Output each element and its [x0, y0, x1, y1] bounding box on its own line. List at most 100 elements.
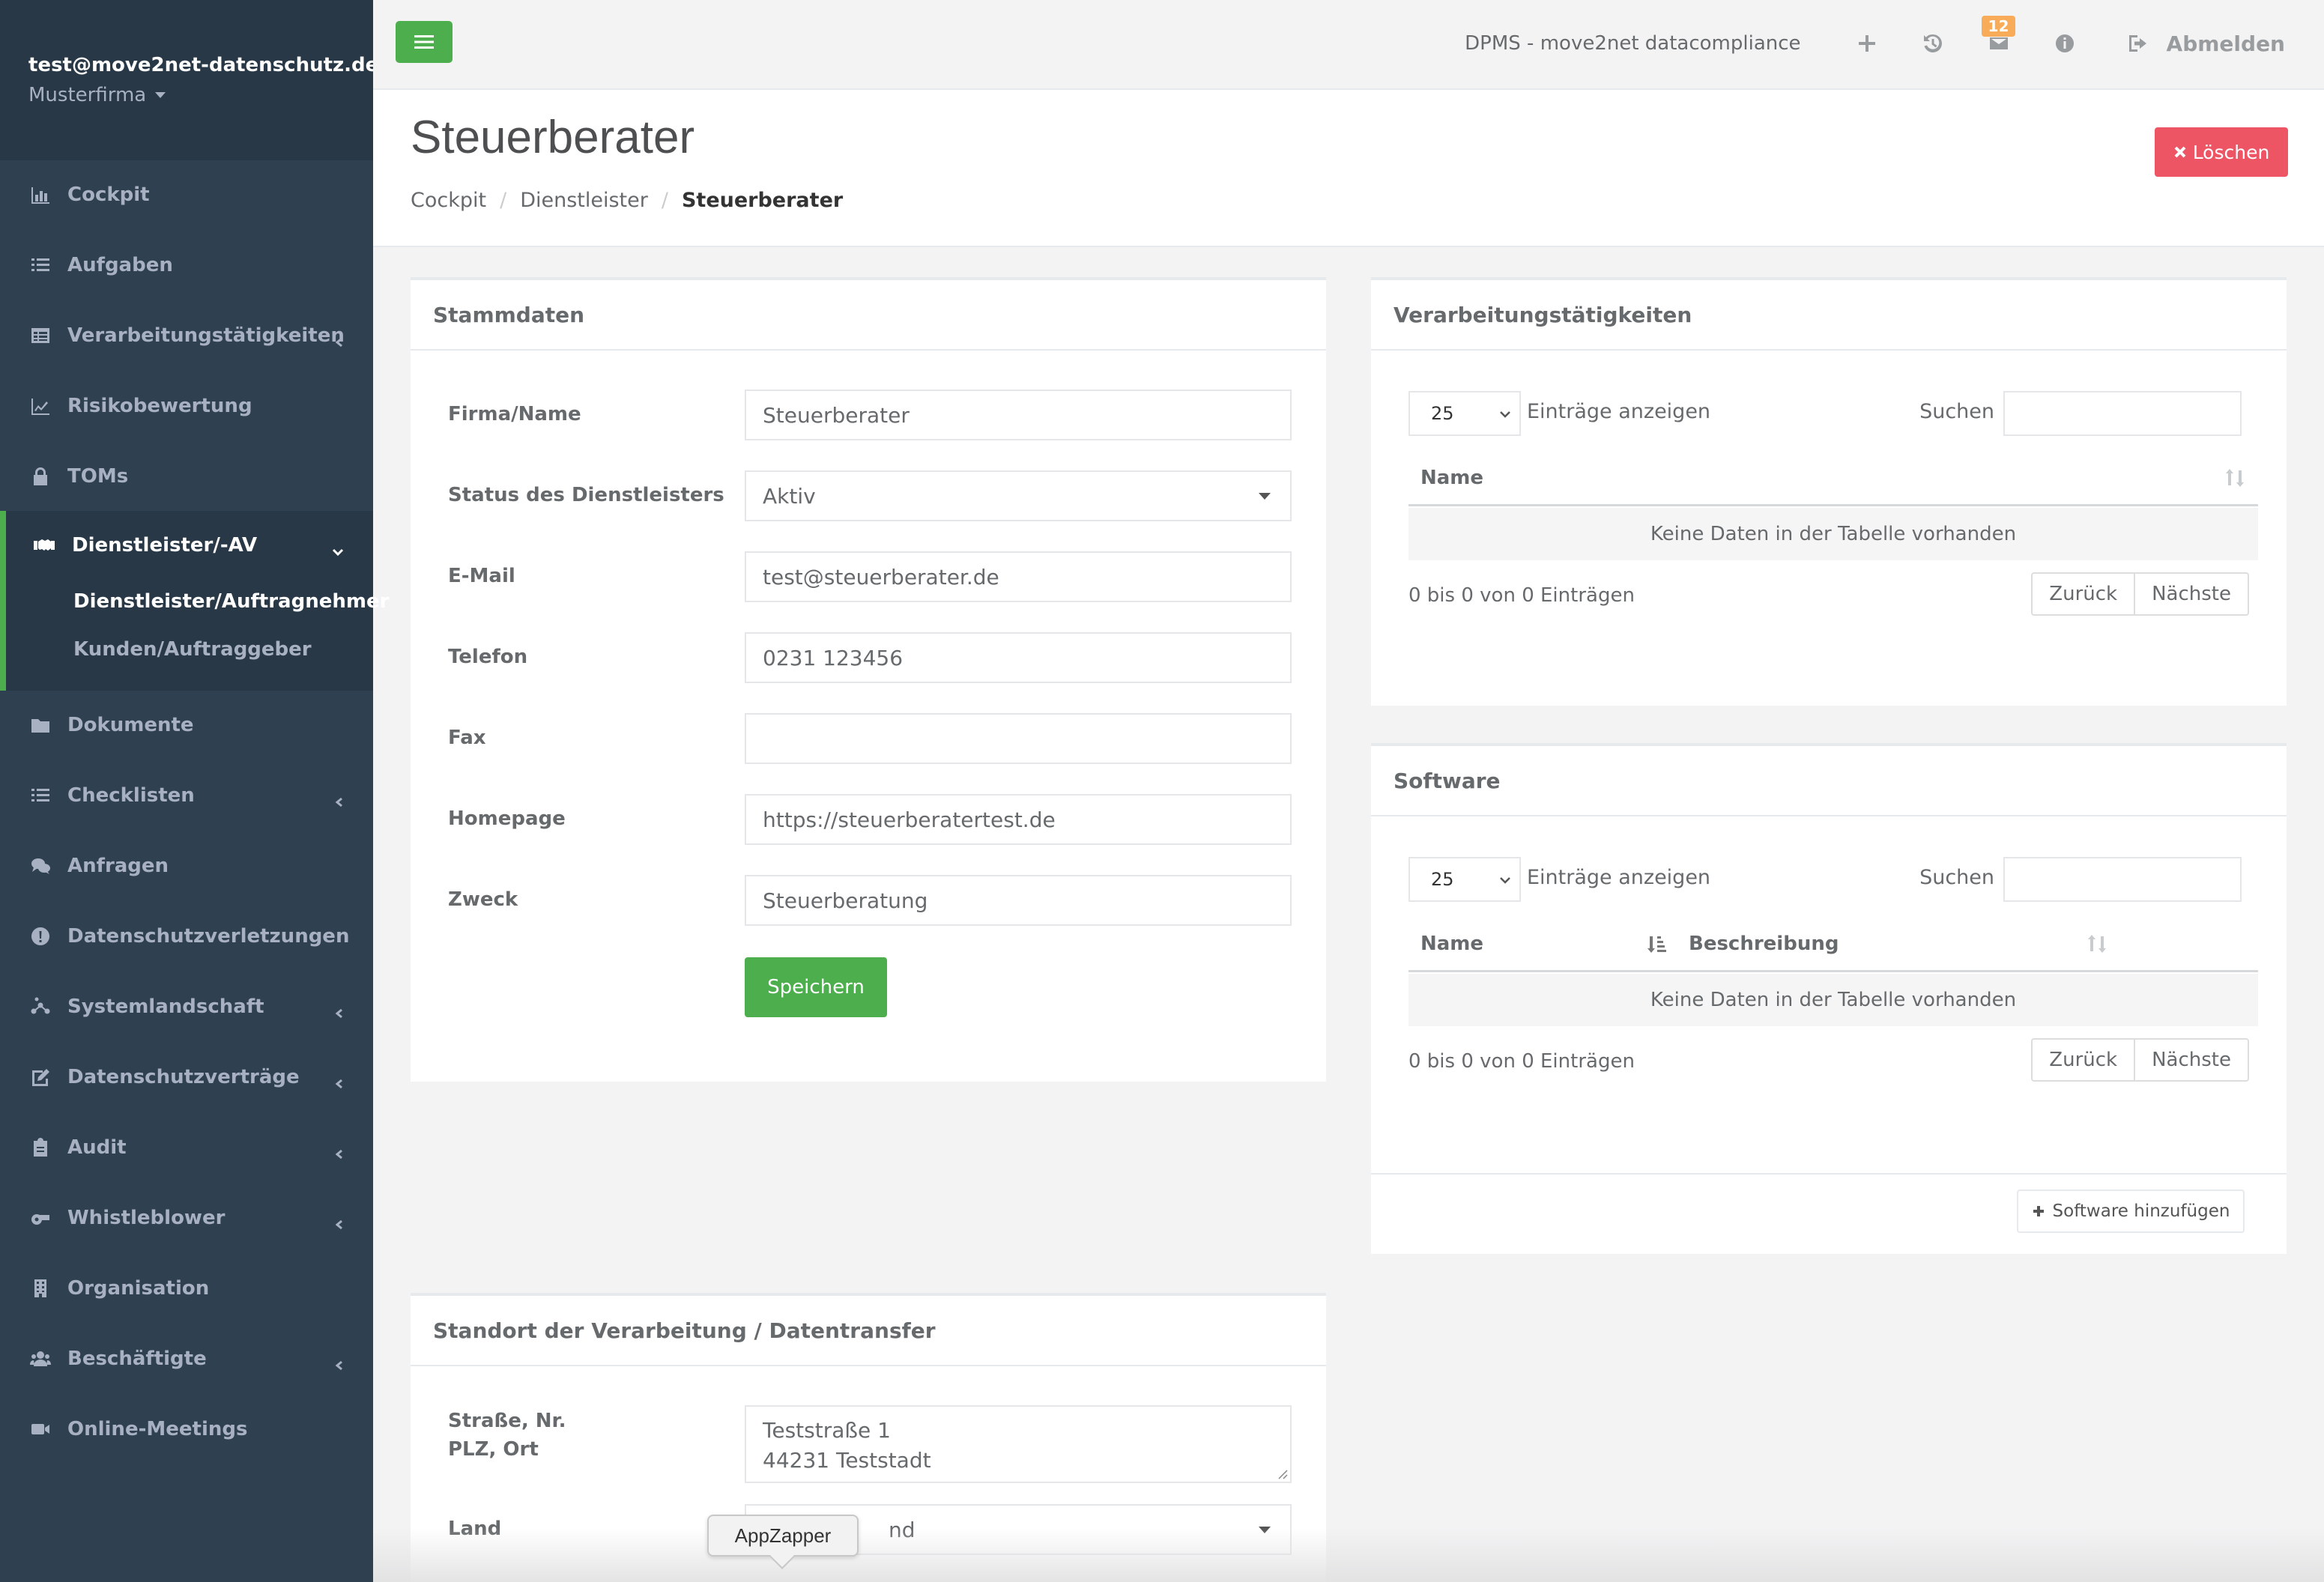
length-label: Einträge anzeigen [1527, 866, 1711, 889]
panel-footer: Software hinzufügen [1371, 1173, 2287, 1254]
sidebar-item-whistleblower[interactable]: Whistleblower [0, 1184, 373, 1252]
sidebar-item-label: Aufgaben [67, 254, 173, 276]
line-chart-icon [30, 396, 51, 416]
sidebar-item-meetings[interactable]: Online-Meetings [0, 1395, 373, 1464]
sidebar-item-audit[interactable]: Audit [0, 1113, 373, 1182]
stammdaten-panel: Stammdaten Firma/Name Steuerberater Stat… [411, 277, 1326, 1082]
prev-page-button[interactable]: Zurück [2033, 1040, 2134, 1080]
sidebar-item-anfragen[interactable]: Anfragen [0, 831, 373, 900]
telefon-label: Telefon [448, 646, 528, 668]
close-icon [2174, 146, 2186, 158]
profile-header: test@move2net-datenschutz.de Musterfirma [0, 0, 378, 160]
telefon-input[interactable]: 0231 123456 [745, 632, 1292, 683]
sort-icon[interactable] [2225, 467, 2245, 488]
chevron-left-icon [334, 1001, 345, 1019]
table-info: 0 bis 0 von 0 Einträgen [1408, 1050, 1635, 1073]
column-name[interactable]: Name [1420, 915, 1483, 972]
sidebar-item-label: Systemlandschaft [67, 995, 264, 1018]
sidebar-item-label: Datenschutzverträge [67, 1066, 300, 1088]
sidebar-item-vertraege[interactable]: Datenschutzverträge [0, 1043, 373, 1112]
network-icon [30, 996, 51, 1017]
search-input[interactable] [2003, 391, 2242, 436]
homepage-input[interactable]: https://steuerberatertest.de [745, 794, 1292, 845]
sort-ascending-icon[interactable] [1647, 933, 1666, 954]
table-icon [30, 325, 51, 346]
list-icon [30, 785, 51, 806]
sidebar-item-aufgaben[interactable]: Aufgaben [0, 231, 373, 300]
company-switcher[interactable]: Musterfirma [28, 84, 345, 106]
lock-icon [30, 466, 51, 487]
plus-icon[interactable] [1856, 32, 1878, 55]
homepage-value: https://steuerberatertest.de [763, 807, 1056, 832]
firma-input[interactable]: Steuerberater [745, 390, 1292, 440]
sidebar-subitem-auftragnehmer[interactable]: Dienstleister/Auftragnehmer [73, 590, 389, 613]
column-name[interactable]: Name [1420, 449, 1483, 506]
sidebar-subitem-auftraggeber[interactable]: Kunden/Auftraggeber [73, 638, 312, 661]
address-textarea[interactable]: Teststraße 1 44231 Teststadt [745, 1405, 1292, 1483]
software-panel: Software 25 Einträge anzeigen Suchen Nam… [1371, 743, 2287, 1254]
menu-toggle-button[interactable] [396, 21, 453, 63]
bar-chart-icon [30, 184, 51, 205]
breadcrumb-dienstleister[interactable]: Dienstleister [520, 189, 648, 212]
chevron-left-icon [334, 1354, 345, 1371]
info-icon[interactable] [2054, 32, 2076, 55]
video-camera-icon [30, 1419, 51, 1440]
breadcrumb: Cockpit / Dienstleister / Steuerberater [411, 189, 843, 212]
zweck-value: Steuerberatung [763, 888, 928, 913]
clipboard-icon [30, 1137, 51, 1158]
sort-icon[interactable] [2087, 933, 2107, 954]
zweck-input[interactable]: Steuerberatung [745, 875, 1292, 926]
page-length-select[interactable]: 25 [1408, 857, 1521, 902]
status-select[interactable]: Aktiv [745, 470, 1292, 521]
resize-grip-icon[interactable] [1276, 1467, 1288, 1479]
sidebar-item-label: Online-Meetings [67, 1418, 248, 1440]
status-value: Aktiv [763, 483, 816, 509]
history-icon[interactable] [1922, 32, 1944, 55]
sidebar-item-verletzungen[interactable]: Datenschutzverletzungen [0, 902, 373, 971]
next-page-button[interactable]: Nächste [2134, 1040, 2248, 1080]
sidebar-item-organisation[interactable]: Organisation [0, 1254, 373, 1323]
breadcrumb-cockpit[interactable]: Cockpit [411, 189, 486, 212]
top-right-actions: DPMS - move2net datacompliance 12 Abmeld… [1465, 0, 2285, 87]
top-navbar: DPMS - move2net datacompliance 12 Abmeld… [373, 0, 2324, 90]
panel-title: Standort der Verarbeitung / Datentransfe… [411, 1296, 1326, 1366]
mail-icon[interactable]: 12 [1981, 16, 2016, 55]
add-software-button[interactable]: Software hinzufügen [2017, 1189, 2245, 1233]
app-title: DPMS - move2net datacompliance [1465, 32, 1801, 55]
company-name: Musterfirma [28, 84, 147, 106]
user-email[interactable]: test@move2net-datenschutz.de [28, 54, 378, 76]
column-beschreibung[interactable]: Beschreibung [1689, 915, 1839, 972]
search-label: Suchen [1919, 400, 1994, 423]
sidebar-item-label: Organisation [67, 1277, 210, 1300]
prev-page-button[interactable]: Zurück [2033, 574, 2134, 614]
fax-input[interactable] [745, 713, 1292, 764]
delete-button[interactable]: Löschen [2155, 127, 2288, 177]
edit-document-icon [30, 1067, 51, 1088]
sidebar-item-label: Audit [67, 1136, 127, 1159]
sidebar-item-systemlandschaft[interactable]: Systemlandschaft [0, 972, 373, 1041]
page-length-select[interactable]: 25 [1408, 391, 1521, 436]
sidebar-item-dokumente[interactable]: Dokumente [0, 691, 373, 760]
sidebar-item-cockpit[interactable]: Cockpit [0, 160, 373, 229]
sidebar-item-label: Anfragen [67, 855, 169, 877]
chevron-down-icon [331, 539, 345, 563]
telefon-value: 0231 123456 [763, 645, 904, 670]
sidebar-item-beschaeftigte[interactable]: Beschäftigte [0, 1324, 373, 1393]
save-button[interactable]: Speichern [745, 957, 887, 1017]
sidebar-item-dienstleister[interactable]: Dienstleister/-AV [33, 511, 257, 580]
table-info: 0 bis 0 von 0 Einträgen [1408, 584, 1635, 607]
next-page-button[interactable]: Nächste [2134, 574, 2248, 614]
panel-title: Verarbeitungstätigkeiten [1371, 280, 2287, 351]
logout-link[interactable]: Abmelden [2128, 31, 2285, 56]
sidebar-item-label: Dienstleister/-AV [72, 534, 258, 557]
sidebar-item-checklisten[interactable]: Checklisten [0, 761, 373, 830]
sidebar-item-verarbeitung[interactable]: Verarbeitungstätigkeiten [0, 301, 373, 370]
add-software-label: Software hinzufügen [2052, 1201, 2230, 1221]
search-input[interactable] [2003, 857, 2242, 902]
sidebar-item-toms[interactable]: TOMs [0, 442, 373, 511]
sidebar-item-risiko[interactable]: Risikobewertung [0, 372, 373, 440]
sidebar-item-label: Risikobewertung [67, 395, 252, 417]
email-input[interactable]: test@steuerberater.de [745, 551, 1292, 602]
panel-title: Stammdaten [411, 280, 1326, 351]
chevron-down-icon [1500, 877, 1510, 884]
